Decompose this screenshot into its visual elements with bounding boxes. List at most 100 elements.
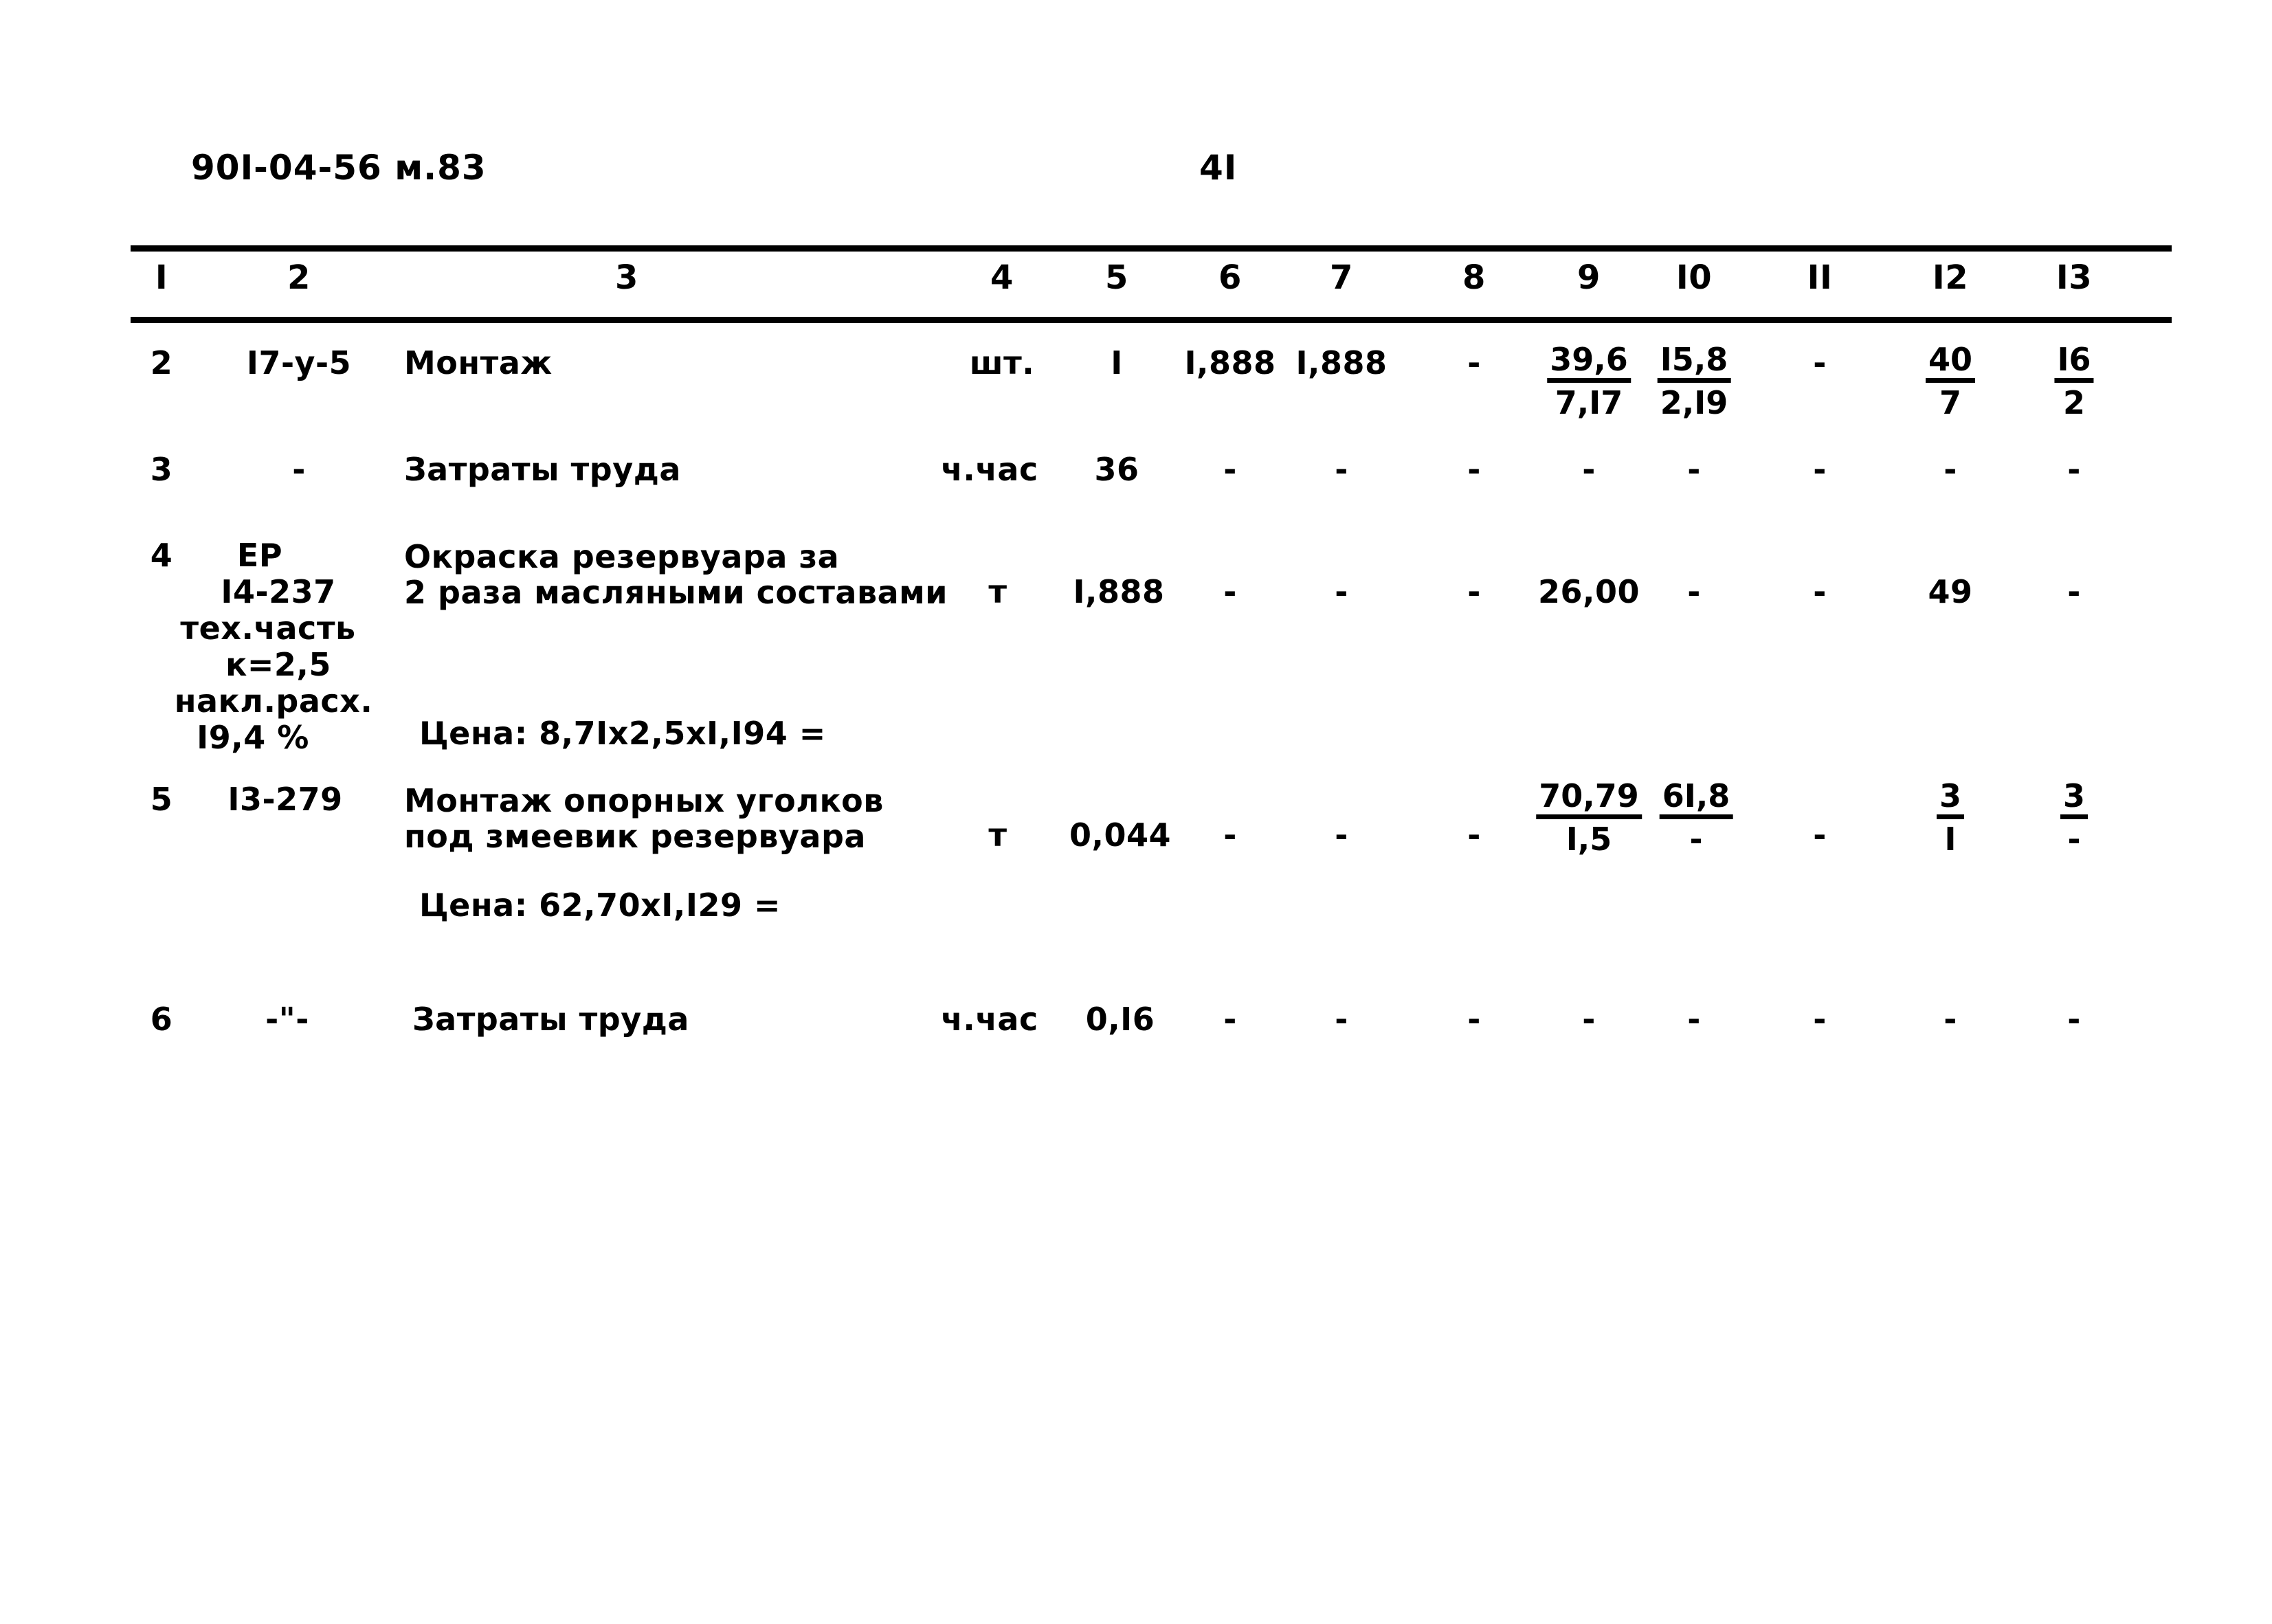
row-6-col7: -	[1335, 1001, 1348, 1038]
row-6-col11: -	[1813, 1001, 1827, 1038]
row-4-code-line5: накл.расх.	[174, 682, 373, 720]
row-5-col10-numerator: 6I,8	[1659, 780, 1733, 819]
row-6-unit: ч.час	[941, 1001, 1038, 1038]
row-3-col12: -	[1944, 451, 1957, 488]
row-2-col10-denominator: 2,I9	[1660, 383, 1728, 421]
row-5-description: Монтаж опорных уголков под змеевик резер…	[404, 782, 884, 855]
row-4-col5: I,888	[1073, 573, 1165, 610]
row-2-description: Монтаж	[404, 344, 553, 381]
row-2-col6: I,888	[1184, 344, 1276, 381]
row-3-col10: -	[1687, 451, 1701, 488]
table-column-headers: I 2 3 4 5 6 7 8 9 I0 II I2 I3	[0, 261, 2272, 309]
row-2-col11: -	[1813, 344, 1827, 381]
row-5-col11: -	[1813, 816, 1827, 854]
row-2-number: 2	[150, 344, 173, 381]
column-header-6: 6	[1218, 258, 1242, 297]
row-5-number: 5	[150, 781, 173, 818]
document-page: 90I-04-56 м.83 4I I 2 3 4 5 6 7 8 9 I0 I…	[0, 0, 2272, 1624]
row-4-col8: -	[1467, 573, 1481, 610]
row-3-description: Затраты труда	[404, 451, 681, 488]
row-6-col10: -	[1687, 1001, 1701, 1038]
row-4-code-line3: тех.часть	[180, 610, 356, 647]
row-4-col11: -	[1813, 573, 1827, 610]
row-5-unit: т	[988, 816, 1007, 854]
row-5-col13-numerator: 3	[2060, 780, 2089, 819]
row-3-code: -	[292, 451, 306, 488]
row-4-description: Окраска резервуара за 2 раза масляными с…	[404, 538, 948, 611]
row-4-col13: -	[2067, 573, 2081, 610]
row-5-col6: -	[1223, 816, 1237, 854]
row-2-col9-numerator: 39,6	[1547, 344, 1631, 383]
row-2-unit: шт.	[969, 344, 1035, 381]
row-3-col11: -	[1813, 451, 1827, 488]
column-header-7: 7	[1330, 258, 1353, 297]
row-2-code: I7-у-5	[246, 344, 352, 381]
row-2-col5: I	[1111, 344, 1123, 381]
row-2-col12-fraction: 40 7	[1925, 344, 1976, 421]
column-header-10: I0	[1675, 258, 1713, 297]
row-6-col8: -	[1467, 1001, 1481, 1038]
row-3-number: 3	[150, 451, 173, 488]
row-3-col8: -	[1467, 451, 1481, 488]
row-6-col5: 0,I6	[1085, 1001, 1155, 1038]
row-6-col6: -	[1223, 1001, 1237, 1038]
column-header-9: 9	[1577, 258, 1601, 297]
row-6-col12: -	[1944, 1001, 1957, 1038]
row-2-col10-numerator: I5,8	[1657, 344, 1731, 383]
row-4-col7: -	[1335, 573, 1348, 610]
row-3-col6: -	[1223, 451, 1237, 488]
row-6-col13: -	[2067, 1001, 2081, 1038]
row-5-price-note: Цена: 62,70хI,I29 =	[419, 887, 781, 924]
row-4-col6: -	[1223, 573, 1237, 610]
row-4-col10: -	[1687, 573, 1701, 610]
row-4-code-line6: I9,4 %	[197, 719, 309, 756]
document-code: 90I-04-56 м.83	[191, 148, 487, 188]
row-2-col12-denominator: 7	[1939, 383, 1962, 421]
row-5-col9-fraction: 70,79 I,5	[1536, 780, 1642, 856]
row-2-col13-numerator: I6	[2054, 344, 2094, 383]
column-header-11: II	[1807, 258, 1833, 297]
row-5-col8: -	[1467, 816, 1481, 854]
row-4-col12: 49	[1928, 573, 1973, 610]
row-4-code-line4: к=2,5	[225, 646, 331, 683]
row-3-unit: ч.час	[941, 451, 1038, 488]
row-2-col7: I,888	[1295, 344, 1388, 381]
row-6-number: 6	[150, 1001, 173, 1038]
page-number: 4I	[1199, 148, 1238, 188]
column-header-8: 8	[1462, 258, 1486, 297]
row-5-col9-denominator: I,5	[1566, 820, 1612, 858]
row-2-col10-fraction: I5,8 2,I9	[1657, 344, 1731, 421]
row-5-col13-denominator: -	[2067, 820, 2081, 858]
row-2-col9-denominator: 7,I7	[1555, 383, 1623, 421]
column-header-3: 3	[615, 258, 638, 297]
column-header-4: 4	[990, 258, 1014, 297]
row-4-unit: т	[988, 573, 1007, 610]
row-3-col7: -	[1335, 451, 1348, 488]
row-2-col12-numerator: 40	[1925, 344, 1976, 383]
row-5-col12-fraction: 3 I	[1936, 780, 1965, 858]
row-6-description: Затраты труда	[412, 1001, 689, 1038]
row-5-col10-fraction: 6I,8 -	[1659, 780, 1733, 858]
row-5-col12-denominator: I	[1944, 820, 1957, 858]
row-5-col7: -	[1335, 816, 1348, 854]
row-6-col9: -	[1582, 1001, 1596, 1038]
row-2-col8: -	[1467, 344, 1481, 381]
row-5-col13-fraction: 3 -	[2060, 780, 2089, 858]
row-2-col13-denominator: 2	[2062, 383, 2085, 421]
row-6-code: -"-	[265, 1001, 309, 1038]
document-header: 90I-04-56 м.83 4I	[0, 148, 2272, 196]
row-2-col13-fraction: I6 2	[2054, 344, 2094, 421]
row-4-col9: 26,00	[1537, 573, 1640, 610]
row-3-col9: -	[1582, 451, 1596, 488]
table-top-rule	[131, 245, 2172, 252]
row-5-col12-numerator: 3	[1936, 780, 1965, 819]
row-3-col13: -	[2067, 451, 2081, 488]
row-5-col5: 0,044	[1069, 816, 1172, 854]
row-2-col9-fraction: 39,6 7,I7	[1547, 344, 1631, 419]
column-header-5: 5	[1105, 258, 1128, 297]
row-4-number: 4	[150, 537, 173, 574]
column-header-13: I3	[2056, 258, 2093, 297]
row-3-col5: 36	[1094, 451, 1139, 488]
row-4-price-note: Цена: 8,7Iх2,5хI,I94 =	[419, 715, 826, 752]
row-5-col10-denominator: -	[1689, 820, 1703, 858]
